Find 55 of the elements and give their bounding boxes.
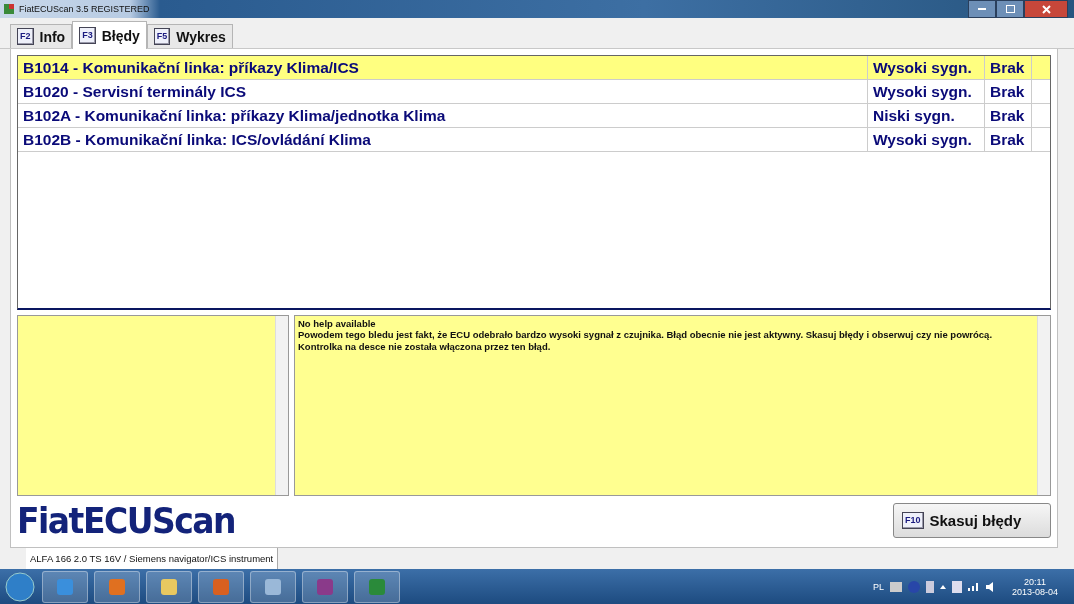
time-text: 20:11	[1024, 576, 1046, 587]
minimize-icon	[978, 7, 986, 11]
fault-description: B102A - Komunikační linka: příkazy Klima/jednotka Klima	[18, 104, 868, 127]
clock[interactable]: 20:11 2013-08-04	[1011, 576, 1058, 597]
tab[interactable]: F5 Wykres	[146, 24, 233, 48]
close-button[interactable]	[1024, 0, 1068, 18]
logo: FiatECUScan	[17, 500, 236, 541]
signal-icon[interactable]	[967, 582, 980, 591]
app-taskbar-button[interactable]	[250, 570, 296, 603]
help-text: Powodem tego bledu jest fakt, że ECU odebrało bardzo wysoki sygnał z czujnika. Błąd obecnie nie jest aktywny. Skasuj błędy i obserwuj czy nie powrócą. Kontrolka na desce nie została włączona przez ten błąd.	[298, 329, 994, 353]
tab[interactable]: F3 Błędy	[72, 21, 147, 49]
fault-description: B1014 - Komunikační linka: příkazy Klima/ICS	[18, 56, 868, 79]
tab[interactable]: F2 Info	[10, 24, 73, 48]
window-title: FiatECUScan 3.5 REGISTERED	[19, 4, 150, 14]
tab-label: Wykres	[176, 28, 226, 45]
maximize-button[interactable]	[996, 0, 1024, 18]
fault-signal: Wysoki sygn.	[868, 128, 985, 151]
fault-signal: Wysoki sygn.	[868, 80, 985, 103]
fault-row[interactable]: B102A - Komunikační linka: příkazy Klima/jednotka Klima Niski sygn. Brak	[18, 104, 1050, 128]
help-title: No help available	[298, 318, 377, 329]
tab-label: Błędy	[101, 27, 140, 44]
fault-status: Brak	[985, 56, 1032, 79]
status-text: ALFA 166 2.0 TS 16V / Siemens navigator/ICS instrument	[26, 548, 279, 569]
firefox-taskbar-button[interactable]	[198, 570, 244, 603]
fault-signal: Niski sygn.	[868, 104, 985, 127]
fault-status: Brak	[985, 128, 1032, 151]
folder-taskbar-button[interactable]	[146, 570, 192, 603]
language-indicator[interactable]: PL	[872, 581, 884, 592]
fault-description: B1020 - Servisní terminály ICS	[18, 80, 868, 103]
key-label: F2	[17, 28, 34, 45]
archive-taskbar-button[interactable]	[302, 570, 348, 603]
fault-row[interactable]: B1014 - Komunikační linka: příkazy Klima/ICS Wysoki sygn. Brak	[18, 56, 1050, 80]
media-taskbar-button[interactable]	[94, 570, 140, 603]
key-label: F3	[79, 27, 96, 44]
fault-signal: Wysoki sygn.	[868, 56, 985, 79]
scrollbar[interactable]	[1037, 316, 1050, 495]
minimize-button[interactable]	[968, 0, 996, 18]
start-button[interactable]	[4, 570, 36, 603]
key-label: F10	[902, 512, 924, 529]
scanner-taskbar-button[interactable]	[354, 570, 400, 603]
clear-faults-button[interactable]: F10 Skasuj błędy	[893, 503, 1051, 538]
tab-label: Info	[39, 28, 66, 45]
fault-status: Brak	[985, 104, 1032, 127]
tray-arrow-icon[interactable]	[939, 584, 946, 589]
fault-description: B102B - Komunikační linka: ICS/ovládání Klima	[18, 128, 868, 151]
browser-taskbar-button[interactable]	[42, 570, 88, 603]
scrollbar[interactable]	[275, 316, 288, 495]
close-icon	[1041, 4, 1051, 14]
key-label: F5	[153, 28, 171, 45]
app-icon	[3, 3, 15, 15]
maximize-icon	[1005, 5, 1015, 13]
date-text: 2013-08-04	[1011, 586, 1058, 597]
fault-row[interactable]: B102B - Komunikační linka: ICS/ovládání Klima Wysoki sygn. Brak	[18, 128, 1050, 152]
fault-row[interactable]: B1020 - Servisní terminály ICS Wysoki sygn. Brak	[18, 80, 1050, 104]
fault-status: Brak	[985, 80, 1032, 103]
